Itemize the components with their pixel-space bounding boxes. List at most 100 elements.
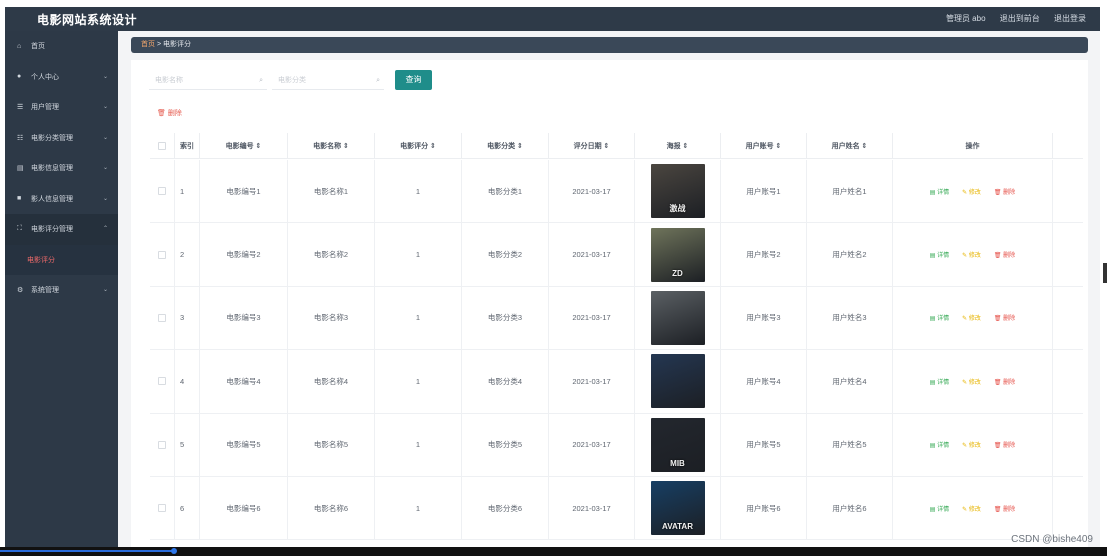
progress-handle[interactable]	[171, 548, 177, 554]
row-checkbox-cell[interactable]	[150, 413, 175, 476]
detail-button[interactable]: ▤ 详情	[930, 250, 949, 259]
sidebar: ⌂ 首页 ● 个人中心 ⌄ ☰ 用户管理 ⌄ ☷ 电影分类管理 ⌄ ▤ 电影信息…	[5, 31, 118, 547]
edit-button[interactable]: ✎ 修改	[962, 504, 981, 513]
detail-button[interactable]: ▤ 详情	[930, 440, 949, 449]
header-category-label: 电影分类	[487, 142, 516, 150]
back-to-front-link[interactable]: 退出到前台	[1000, 14, 1040, 23]
row-checkbox-cell[interactable]	[150, 160, 175, 223]
detail-button[interactable]: ▤ 详情	[930, 504, 949, 513]
delete-button[interactable]: 🗑 删除	[994, 377, 1015, 386]
batch-delete-button[interactable]: 🗑 删除	[157, 108, 182, 118]
cell-username: 用户姓名3	[807, 286, 893, 350]
search-icon: ⌕	[376, 77, 380, 84]
sidebar-item-category[interactable]: ☷ 电影分类管理 ⌄	[5, 123, 118, 154]
cell-account: 用户账号2	[721, 223, 807, 286]
sidebar-subitem-rating[interactable]: 电影评分	[5, 244, 118, 275]
table-row: 2 电影编号2 电影名称2 1 电影分类2 2021-03-17 ZD 用户账号…	[150, 223, 1083, 287]
trash-icon: 🗑	[993, 379, 1004, 386]
app-title: 电影网站系统设计	[37, 13, 138, 27]
sidebar-item-label: 影人信息管理	[31, 195, 73, 203]
breadcrumb-separator: >	[156, 41, 162, 48]
select-all-checkbox-cell[interactable]	[150, 133, 175, 158]
row-checkbox[interactable]	[158, 250, 166, 259]
edit-button[interactable]: ✎ 修改	[962, 250, 981, 259]
cell-username: 用户姓名1	[807, 160, 893, 223]
row-checkbox[interactable]	[158, 313, 166, 322]
cell-score: 1	[375, 223, 462, 286]
query-button[interactable]: 查询	[395, 70, 432, 90]
delete-button[interactable]: 🗑 删除	[994, 187, 1015, 196]
cell-poster	[635, 350, 721, 413]
row-checkbox[interactable]	[158, 187, 166, 196]
cell-poster: MIB	[635, 413, 721, 476]
sidebar-item-home[interactable]: ⌂ 首页	[5, 31, 118, 62]
cell-poster	[635, 286, 721, 350]
delete-button[interactable]: 🗑 删除	[994, 250, 1015, 259]
delete-button[interactable]: 🗑 删除	[994, 313, 1015, 322]
poster-image	[650, 290, 705, 345]
expand-icon: ⛶	[17, 225, 22, 233]
row-checkbox-cell[interactable]	[150, 286, 175, 350]
chevron-up-icon: ⌃	[102, 226, 108, 232]
sidebar-item-movie-info[interactable]: ▤ 电影信息管理 ⌄	[5, 153, 118, 184]
edit-icon: ✎	[962, 253, 969, 260]
header-score-label: 电影评分	[400, 142, 429, 150]
trash-icon: 🗑	[157, 110, 166, 117]
row-checkbox-cell[interactable]	[150, 223, 175, 286]
sidebar-item-profile[interactable]: ● 个人中心 ⌄	[5, 62, 118, 93]
top-bar: 电影网站系统设计 管理员 abo 退出到前台 退出登录	[5, 7, 1100, 31]
movie-name-input[interactable]: 电影名称 ⌕	[149, 72, 267, 90]
row-checkbox-cell[interactable]	[150, 350, 175, 413]
vertical-scrollbar[interactable]	[1103, 263, 1107, 283]
admin-label: 管理员 abo	[945, 14, 986, 23]
sidebar-item-system[interactable]: ⚙ 系统管理 ⌄	[5, 275, 118, 306]
edit-button[interactable]: ✎ 修改	[962, 313, 981, 322]
sliders-icon: ☷	[17, 134, 24, 142]
header-username[interactable]: 用户姓名 ⇕	[807, 133, 893, 158]
sidebar-item-users[interactable]: ☰ 用户管理 ⌄	[5, 92, 118, 123]
row-checkbox[interactable]	[158, 440, 166, 449]
sidebar-item-rating[interactable]: ⛶ 电影评分管理 ⌃	[5, 214, 118, 245]
table-card: 电影名称 ⌕ 电影分类 ⌕ 查询 🗑 删除 索引 电影编号 ⇕ 电影名称 ⇕ 电…	[131, 60, 1088, 547]
delete-label: 删除	[1003, 443, 1016, 450]
select-all-checkbox[interactable]	[158, 141, 166, 150]
breadcrumb-home[interactable]: 首页	[141, 41, 155, 48]
edit-button[interactable]: ✎ 修改	[962, 187, 981, 196]
movie-category-input[interactable]: 电影分类 ⌕	[272, 72, 384, 90]
detail-button[interactable]: ▤ 详情	[930, 313, 949, 322]
header-score[interactable]: 电影评分 ⇕	[375, 133, 462, 158]
detail-button[interactable]: ▤ 详情	[930, 187, 949, 196]
row-checkbox[interactable]	[158, 504, 166, 513]
edit-label: 修改	[968, 379, 981, 386]
detail-label: 详情	[937, 253, 950, 260]
edit-button[interactable]: ✎ 修改	[962, 377, 981, 386]
logout-link[interactable]: 退出登录	[1054, 14, 1086, 23]
sort-icon: ⇕	[859, 142, 868, 150]
detail-button[interactable]: ▤ 详情	[930, 377, 949, 386]
cell-actions: ▤ 详情 ✎ 修改 🗑 删除	[893, 286, 1053, 350]
sidebar-item-label: 首页	[31, 43, 45, 51]
header-code[interactable]: 电影编号 ⇕	[200, 133, 288, 158]
cell-score: 1	[375, 350, 462, 413]
table-header: 索引 电影编号 ⇕ 电影名称 ⇕ 电影评分 ⇕ 电影分类 ⇕ 评分日期 ⇕ 海报…	[150, 133, 1083, 159]
header-account[interactable]: 用户账号 ⇕	[721, 133, 807, 158]
cell-name: 电影名称3	[288, 286, 375, 350]
header-category[interactable]: 电影分类 ⇕	[462, 133, 549, 158]
batch-delete-label: 删除	[167, 110, 182, 117]
row-checkbox-cell[interactable]	[150, 477, 175, 540]
edit-button[interactable]: ✎ 修改	[962, 440, 981, 449]
cell-name: 电影名称4	[288, 350, 375, 413]
header-date[interactable]: 评分日期 ⇕	[549, 133, 635, 158]
header-poster[interactable]: 海报 ⇕	[635, 133, 721, 158]
header-name[interactable]: 电影名称 ⇕	[288, 133, 375, 158]
delete-button[interactable]: 🗑 删除	[994, 440, 1015, 449]
cell-index: 5	[175, 413, 200, 476]
sidebar-item-people[interactable]: ■ 影人信息管理 ⌄	[5, 184, 118, 215]
breadcrumb: 首页 > 电影评分	[131, 37, 1088, 53]
cell-index: 2	[175, 223, 200, 286]
row-checkbox[interactable]	[158, 377, 166, 386]
cell-date: 2021-03-17	[549, 160, 635, 223]
table-row: 3 电影编号3 电影名称3 1 电影分类3 2021-03-17 用户账号3 用…	[150, 286, 1083, 351]
cell-actions: ▤ 详情 ✎ 修改 🗑 删除	[893, 223, 1053, 286]
delete-button[interactable]: 🗑 删除	[994, 504, 1015, 513]
